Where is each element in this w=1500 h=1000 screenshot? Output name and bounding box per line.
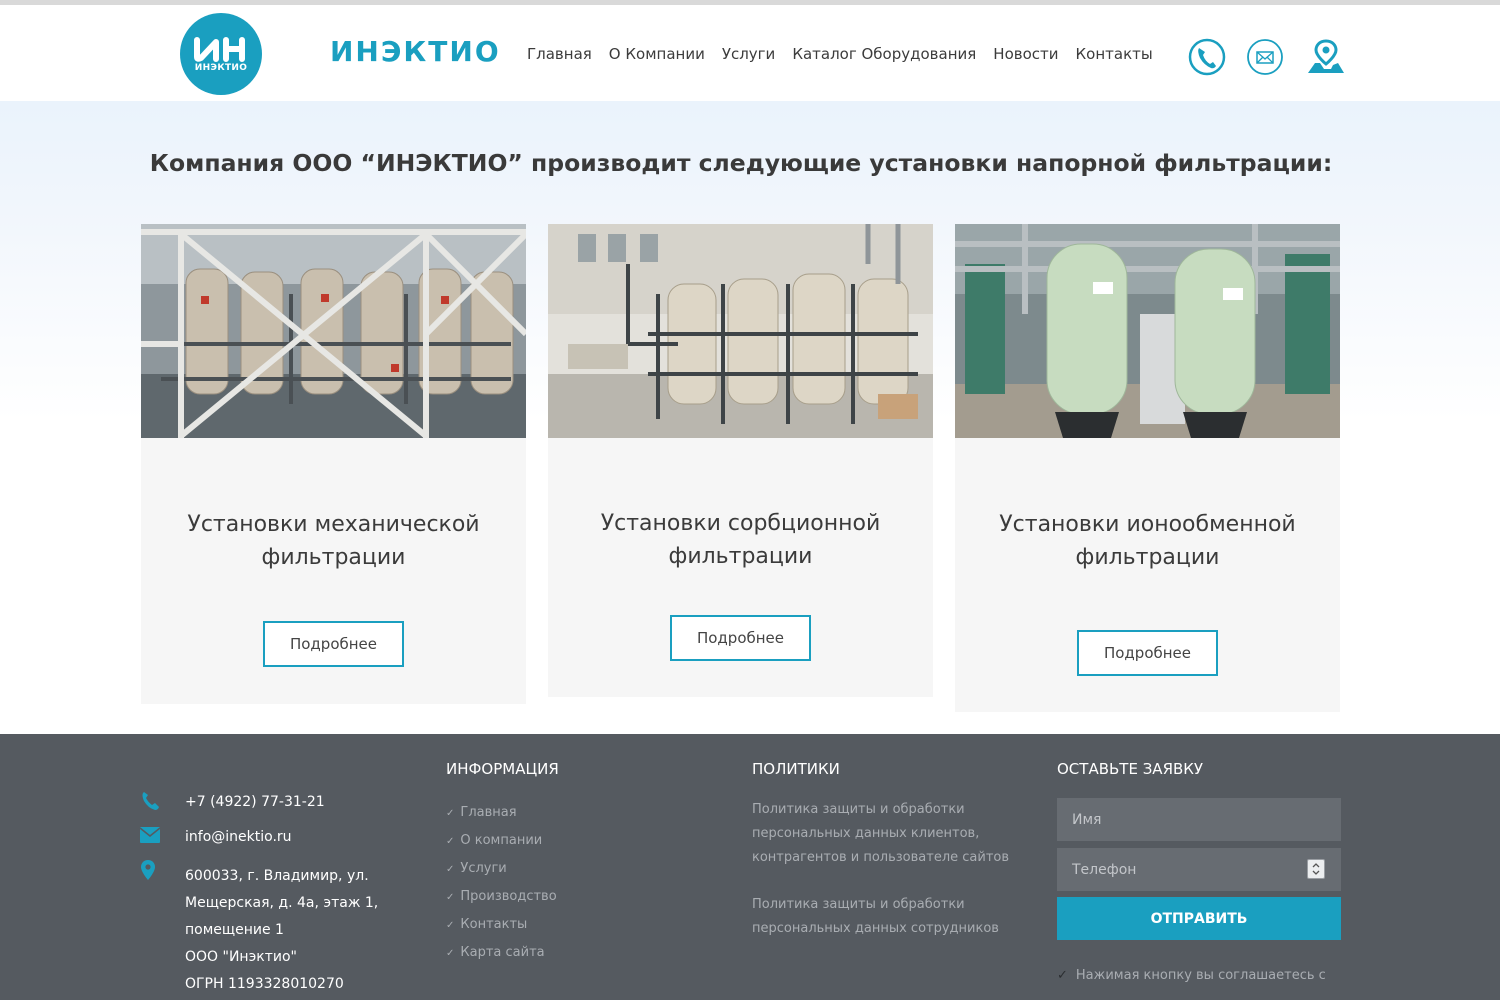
info-heading: ИНФОРМАЦИЯ [446, 760, 559, 778]
card-sorption[interactable]: Установки сорбционной фильтрации Подробн… [548, 224, 933, 697]
policy-employees-link[interactable]: Политика защиты и обработки персональных… [752, 893, 1022, 941]
footer-link-contacts[interactable]: ✓ Контакты [446, 917, 527, 932]
card-title: Установки сорбционной фильтрации [548, 507, 933, 573]
name-input[interactable]: Имя [1057, 798, 1341, 841]
card-title-line: фильтрации [261, 545, 406, 570]
logo[interactable]: ИНЭКТИО [180, 13, 262, 95]
footer-address: 600033, г. Владимир, ул. Мещерская, д. 4… [185, 863, 378, 998]
policy-clients-link[interactable]: Политика защиты и обработки персональных… [752, 798, 1022, 870]
footer-link-sitemap[interactable]: ✓ Карта сайта [446, 945, 545, 960]
mail-icon [140, 827, 160, 843]
nav-catalog[interactable]: Каталог Оборудования [792, 45, 976, 63]
card-photo-mechanical [141, 224, 526, 438]
more-button[interactable]: Подробнее [263, 621, 404, 667]
policy-line: Политика защиты и обработки [752, 802, 965, 817]
nav-news[interactable]: Новости [993, 45, 1058, 63]
footer-link-label: О компании [460, 833, 543, 848]
nav-services[interactable]: Услуги [722, 45, 775, 63]
filtration-section: Компания ООО “ИНЭКТИО” производит следую… [0, 101, 1500, 734]
checkmark-icon: ✓ [1057, 968, 1068, 983]
check-icon: ✓ [446, 836, 455, 847]
footer-phone[interactable]: +7 (4922) 77-31-21 [185, 794, 325, 810]
check-icon: ✓ [446, 864, 455, 875]
more-button[interactable]: Подробнее [670, 615, 811, 661]
address-line: Мещерская, д. 4а, этаж 1, [185, 895, 379, 911]
check-icon: ✓ [446, 808, 455, 819]
form-heading: ОСТАВЬТЕ ЗАЯВКУ [1057, 760, 1204, 778]
policy-line: персональных данных сотрудников [752, 921, 999, 936]
consent-checkbox[interactable]: ✓ Нажимая кнопку вы соглашаетесь с [1057, 968, 1326, 983]
submit-button[interactable]: ОТПРАВИТЬ [1057, 897, 1341, 940]
policy-line: контрагентов и пользователе сайтов [752, 850, 1010, 865]
policies-heading: ПОЛИТИКИ [752, 760, 840, 778]
phone-placeholder: Телефон [1072, 861, 1137, 878]
card-photo-sorption [548, 224, 933, 438]
phone-icon[interactable] [1187, 37, 1227, 77]
address-line: помещение 1 [185, 922, 284, 938]
phone-input[interactable]: Телефон [1057, 848, 1341, 891]
map-pin-icon[interactable] [1305, 37, 1345, 77]
number-spinner[interactable] [1307, 859, 1325, 879]
nav-contacts[interactable]: Контакты [1076, 45, 1153, 63]
consent-label: Нажимая кнопку вы соглашаетесь с [1075, 968, 1326, 983]
nav-about[interactable]: О Компании [609, 45, 705, 63]
footer-link-label: Услуги [460, 861, 507, 876]
card-title: Установки механической фильтрации [141, 508, 526, 574]
card-photo-ion-exchange [955, 224, 1340, 438]
footer-link-home[interactable]: ✓ Главная [446, 805, 517, 820]
logo-mark-icon [194, 37, 245, 62]
footer-link-label: Главная [460, 805, 517, 820]
address-line: 600033, г. Владимир, ул. [185, 868, 369, 884]
policy-line: персональных данных клиентов, [752, 826, 980, 841]
phone-icon [142, 792, 159, 810]
check-icon: ✓ [446, 892, 455, 903]
card-mechanical[interactable]: Установки механической фильтрации Подроб… [141, 224, 526, 704]
brand-name[interactable]: ИНЭКТИО [330, 35, 501, 68]
check-icon: ✓ [446, 920, 455, 931]
card-title: Установки ионообменной фильтрации [955, 508, 1340, 574]
footer-link-label: Производство [460, 889, 557, 904]
location-icon [141, 860, 155, 880]
card-title-line: Установки механической [187, 512, 480, 537]
spinner-arrows-icon [1312, 863, 1320, 875]
more-button[interactable]: Подробнее [1077, 630, 1218, 676]
footer-email[interactable]: info@inektio.ru [185, 829, 292, 845]
main-nav: Главная О Компании Услуги Каталог Оборуд… [527, 45, 1153, 63]
footer-link-label: Контакты [460, 917, 528, 932]
site-header: ИНЭКТИО ИНЭКТИО Главная О Компании Услуг… [0, 5, 1500, 101]
logo-subtitle: ИНЭКТИО [194, 63, 248, 73]
footer-link-about[interactable]: ✓ О компании [446, 833, 542, 848]
card-title-line: фильтрации [1075, 545, 1220, 570]
address-line: ООО "Инэктио" [185, 949, 297, 965]
name-placeholder: Имя [1072, 811, 1102, 828]
footer-link-production[interactable]: ✓ Производство [446, 889, 557, 904]
site-footer: +7 (4922) 77-31-21 info@inektio.ru 60003… [0, 734, 1500, 1000]
footer-link-label: Карта сайта [460, 945, 545, 960]
policy-line: Политика защиты и обработки [752, 897, 965, 912]
footer-link-services[interactable]: ✓ Услуги [446, 861, 507, 876]
section-title: Компания ООО “ИНЭКТИО” производит следую… [149, 149, 1333, 177]
check-icon: ✓ [446, 948, 455, 959]
card-ion-exchange[interactable]: Установки ионообменной фильтрации Подроб… [955, 224, 1340, 712]
card-title-line: Установки ионообменной [999, 512, 1296, 537]
address-line: ОГРН 1193328010270 [185, 976, 344, 992]
nav-home[interactable]: Главная [527, 45, 592, 63]
card-title-line: Установки сорбционной [600, 511, 881, 536]
card-title-line: фильтрации [668, 544, 813, 569]
mail-icon[interactable] [1245, 37, 1285, 77]
